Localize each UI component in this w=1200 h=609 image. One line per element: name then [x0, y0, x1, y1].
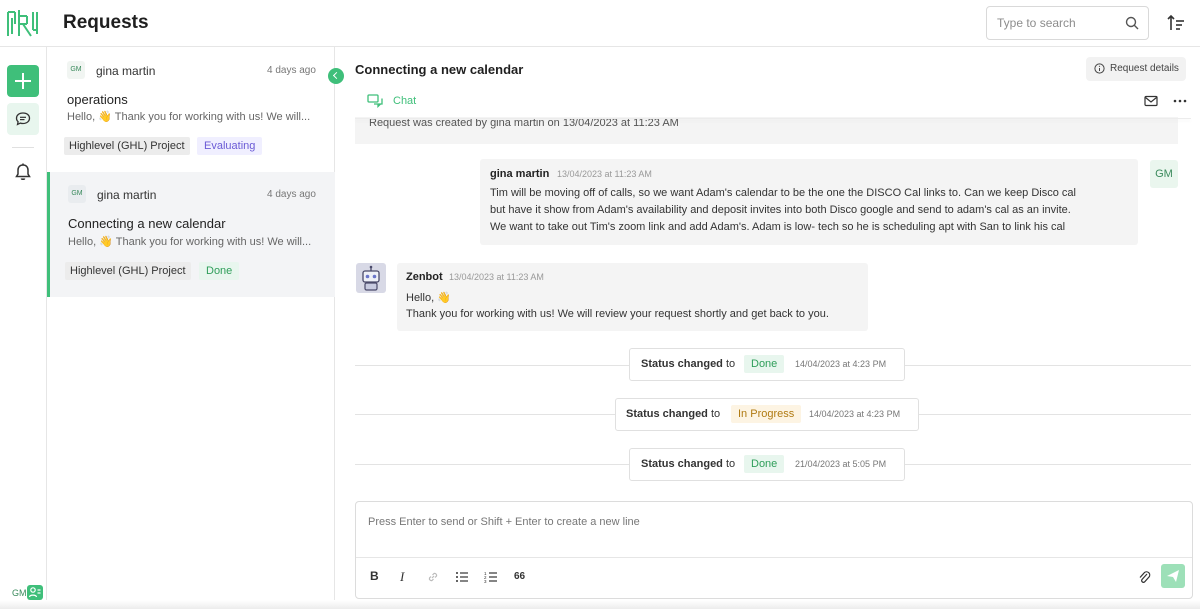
status-badge: Done [199, 262, 240, 280]
message-time: 13/04/2023 at 11:23 AM [557, 169, 652, 179]
collapse-list-button[interactable] [328, 68, 344, 84]
request-list: GM gina martin 4 days ago operations Hel… [47, 47, 335, 609]
status-change-to: to [725, 358, 736, 370]
status-badge: Evaluating [197, 137, 263, 155]
request-title: Connecting a new calendar [68, 216, 226, 231]
tabs-divider [355, 118, 1191, 119]
message-line: Thank you for working with us! We will r… [406, 308, 829, 320]
sort-icon[interactable] [1166, 13, 1186, 33]
page-title: Requests [63, 12, 149, 33]
search-icon[interactable] [1124, 15, 1140, 31]
rail-divider [12, 147, 34, 148]
author-name: gina martin [96, 64, 156, 78]
bot-avatar-icon [356, 263, 386, 293]
status-value: Done [744, 455, 785, 473]
status-change-event: Status changed to Done 21/04/2023 at 5:0… [629, 448, 905, 481]
request-card[interactable]: GM gina martin 4 days ago operations Hel… [47, 47, 335, 168]
bell-icon[interactable] [13, 162, 33, 182]
app-logo-icon[interactable] [5, 8, 41, 38]
message-time: 13/04/2023 at 11:23 AM [449, 272, 544, 282]
search-input[interactable] [997, 15, 1117, 31]
link-icon[interactable] [426, 569, 440, 585]
request-card-selected[interactable]: GM gina martin 4 days ago Connecting a n… [47, 172, 335, 297]
author-name: gina martin [97, 188, 157, 202]
search-box[interactable] [986, 6, 1149, 40]
author-avatar: GM [67, 61, 85, 79]
request-preview: Hello, 👋 Thank you for working with us! … [67, 111, 311, 123]
status-change-label: Status changed [641, 358, 723, 370]
send-icon [1167, 570, 1179, 582]
status-change-time: 21/04/2023 at 5:05 PM [795, 459, 887, 469]
status-change-label: Status changed [626, 408, 708, 420]
bot-message: Zenbot 13/04/2023 at 11:23 AM Hello, 👋 T… [397, 263, 868, 331]
request-title: operations [67, 92, 128, 107]
request-preview: Hello, 👋 Thank you for working with us! … [68, 236, 312, 248]
user-avatar: GM [1150, 160, 1178, 188]
conversation-title: Connecting a new calendar [355, 62, 524, 77]
message-author: gina martin [490, 168, 550, 180]
request-time: 4 days ago [267, 189, 316, 200]
bulleted-list-icon[interactable] [455, 569, 469, 585]
status-change-event: Status changed to Done 14/04/2023 at 4:2… [629, 348, 905, 381]
user-badge-icon [27, 585, 43, 600]
message-author: Zenbot [406, 271, 443, 283]
status-change-to: to [710, 408, 721, 420]
mail-icon[interactable] [1144, 95, 1158, 107]
message-input[interactable] [368, 516, 1168, 536]
new-request-button[interactable] [7, 65, 39, 97]
bottom-edge [0, 600, 1200, 609]
status-value: Done [744, 355, 785, 373]
tab-chat-label: Chat [393, 95, 417, 107]
request-created-note: Request was created by gina martin on 13… [355, 117, 1178, 144]
info-icon [1094, 63, 1105, 74]
user-initials: GM [12, 588, 27, 598]
status-change-time: 14/04/2023 at 4:23 PM [809, 409, 901, 419]
user-menu[interactable]: GM [10, 585, 44, 601]
status-change-event: Status changed to In Progress 14/04/2023… [615, 398, 919, 431]
status-change-to: to [725, 458, 736, 470]
requests-nav-button[interactable] [7, 103, 39, 135]
message-line: Hello, 👋 [406, 292, 451, 304]
author-avatar: GM [68, 185, 86, 203]
svg-text:3: 3 [484, 579, 487, 584]
left-rail: GM [0, 47, 47, 609]
status-change-label: Status changed [641, 458, 723, 470]
numbered-list-icon[interactable]: 1 2 3 [484, 569, 498, 585]
message-line: We want to take out Tim's zoom link and … [490, 221, 1066, 233]
status-value: In Progress [731, 405, 802, 423]
user-message: gina martin 13/04/2023 at 11:23 AM Tim w… [480, 159, 1138, 245]
bold-button[interactable]: B [370, 569, 379, 585]
message-line: but have it show from Adam's availabilit… [490, 204, 1071, 216]
attachment-icon[interactable] [1137, 569, 1151, 585]
request-time: 4 days ago [267, 65, 316, 76]
italic-button[interactable]: I [400, 569, 404, 585]
chat-bubbles-icon [367, 94, 383, 108]
status-change-time: 14/04/2023 at 4:23 PM [795, 359, 887, 369]
project-tag: Highlevel (GHL) Project [64, 137, 190, 155]
send-button[interactable] [1161, 564, 1185, 588]
message-composer: B I 1 2 3 66 [355, 501, 1193, 599]
project-tag: Highlevel (GHL) Project [65, 262, 191, 280]
request-details-button[interactable]: Request details [1086, 57, 1186, 81]
toolbar-divider [356, 557, 1192, 558]
more-options-icon[interactable] [1172, 95, 1188, 107]
app-header: Requests [0, 0, 1200, 47]
quote-button[interactable]: 66 [514, 571, 525, 587]
chat-icon [15, 112, 31, 126]
tab-chat[interactable]: Chat [355, 86, 435, 119]
message-line: Tim will be moving off of calls, so we w… [490, 187, 1076, 199]
request-details-label: Request details [1110, 63, 1179, 74]
